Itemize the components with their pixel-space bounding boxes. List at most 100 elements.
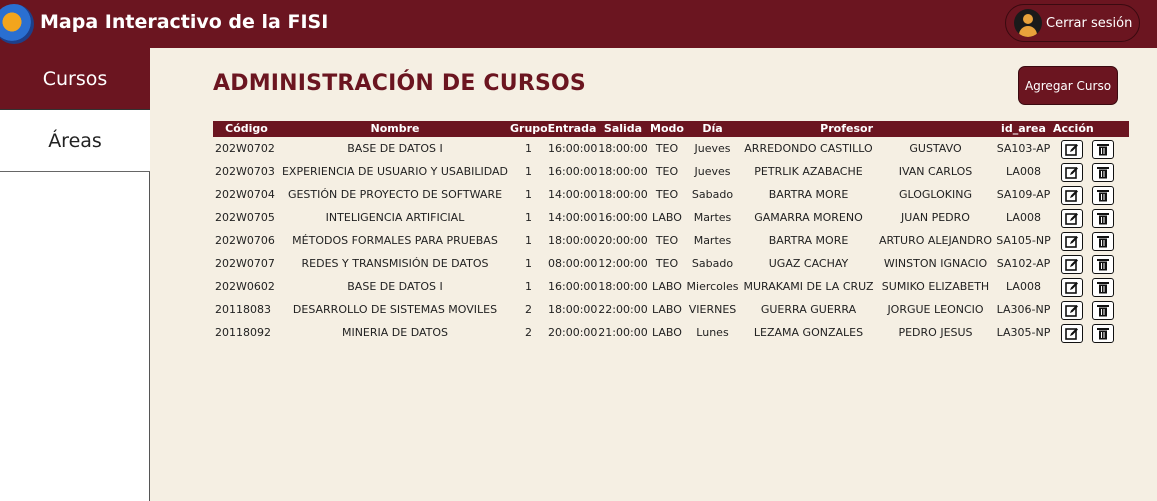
cell-salida: 16:00:00 (598, 211, 648, 224)
table-row: 202W0704 GESTIÓN DE PROYECTO DE SOFTWARE 1… (213, 183, 1129, 206)
cell-nombre: REDES Y TRANSMISIÓN DE DATOS (301, 257, 489, 270)
col-header-salida[interactable]: Salida (597, 121, 649, 137)
cell-profesor-apellidos: GUERRA GUERRA (760, 303, 857, 316)
logout-button[interactable]: Cerrar sesión (1005, 4, 1140, 42)
col-header-grupo[interactable]: Grupo (510, 121, 547, 137)
trash-icon[interactable] (1092, 231, 1114, 251)
cell-accion (1053, 252, 1129, 275)
cell-profesor-nombres: PEDRO JESUS (898, 326, 973, 339)
cell-dia: Sabado (691, 257, 734, 270)
cell-entrada: 18:00:00 (548, 303, 597, 316)
trash-icon[interactable] (1092, 139, 1114, 159)
cell-grupo: 1 (525, 234, 532, 247)
cell-accion (1053, 321, 1129, 344)
trash-icon[interactable] (1092, 162, 1114, 182)
cell-grupo: 1 (525, 211, 532, 224)
cell-grupo: 1 (525, 280, 532, 293)
cell-id-area: SA109-AP (996, 188, 1051, 201)
sidebar-item-cursos[interactable]: Cursos (0, 48, 150, 110)
cell-salida: 18:00:00 (598, 280, 648, 293)
cell-codigo: 20118092 (215, 326, 271, 339)
sidebar-item-label: Cursos (42, 67, 108, 90)
sidebar: Cursos Áreas (0, 48, 150, 501)
cell-modo: LABO (652, 303, 682, 316)
col-header-id-area[interactable]: id_area (994, 121, 1053, 137)
table-header-row: Código Nombre Grupo Entrada Salida Modo … (213, 121, 1129, 137)
col-header-modo[interactable]: Modo (649, 121, 685, 137)
cell-id-area: LA008 (1006, 211, 1041, 224)
cell-modo: LABO (652, 211, 682, 224)
cell-codigo: 202W0705 (215, 211, 275, 224)
cell-profesor-apellidos: ARREDONDO CASTILLO (744, 142, 873, 155)
cell-profesor-apellidos: UGAZ CACHAY (768, 257, 849, 270)
cell-nombre: DESARROLLO DE SISTEMAS MOVILES (292, 303, 498, 316)
trash-icon[interactable] (1092, 208, 1114, 228)
cell-modo: TEO (655, 142, 679, 155)
cell-salida: 18:00:00 (598, 188, 648, 201)
cell-nombre: EXPERIENCIA DE USUARIO Y USABILIDAD (281, 165, 509, 178)
cell-dia: Martes (693, 234, 732, 247)
cell-grupo: 1 (525, 188, 532, 201)
add-course-button[interactable]: Agregar Curso (1018, 66, 1118, 105)
cell-entrada: 16:00:00 (548, 142, 597, 155)
edit-icon[interactable] (1061, 277, 1083, 297)
cell-id-area: LA008 (1006, 165, 1041, 178)
trash-icon[interactable] (1092, 185, 1114, 205)
col-header-profesor[interactable]: Profesor (740, 121, 877, 137)
cell-profesor-nombres: SUMIKO ELIZABETH (881, 280, 990, 293)
col-header-dia[interactable]: Día (685, 121, 740, 137)
cell-grupo: 1 (525, 257, 532, 270)
trash-icon[interactable] (1092, 277, 1114, 297)
user-avatar-icon (1014, 9, 1042, 37)
cell-profesor-nombres: GUSTAVO (909, 142, 962, 155)
table-row: 202W0602 BASE DE DATOS I 1 16:00:00 18:00:00… (213, 275, 1129, 298)
col-header-codigo[interactable]: Código (213, 121, 280, 137)
cell-salida: 20:00:00 (598, 234, 648, 247)
trash-icon[interactable] (1092, 254, 1114, 274)
cell-modo: TEO (655, 257, 679, 270)
courses-table: Código Nombre Grupo Entrada Salida Modo … (213, 121, 1129, 344)
cell-grupo: 1 (525, 142, 532, 155)
sidebar-item-areas[interactable]: Áreas (0, 110, 150, 172)
col-header-entrada[interactable]: Entrada (547, 121, 597, 137)
cell-dia: Jueves (694, 165, 731, 178)
cell-id-area: SA103-AP (996, 142, 1051, 155)
cell-dia: Miercoles (686, 280, 739, 293)
edit-icon[interactable] (1061, 231, 1083, 251)
table-row: 202W0706 MÉTODOS FORMALES PARA PRUEBAS 1 18… (213, 229, 1129, 252)
edit-icon[interactable] (1061, 139, 1083, 159)
app-title: Mapa Interactivo de la FISI (40, 11, 329, 33)
cell-salida: 21:00:00 (598, 326, 648, 339)
cell-nombre: BASE DE DATOS I (347, 142, 443, 155)
edit-icon[interactable] (1061, 254, 1083, 274)
cell-entrada: 08:00:00 (548, 257, 597, 270)
edit-icon[interactable] (1061, 323, 1083, 343)
cell-dia: Lunes (696, 326, 729, 339)
col-header-nombre[interactable]: Nombre (280, 121, 510, 137)
cell-profesor-apellidos: LEZAMA GONZALES (753, 326, 864, 339)
cell-dia: VIERNES (688, 303, 737, 316)
edit-icon[interactable] (1061, 162, 1083, 182)
cell-dia: Jueves (694, 142, 731, 155)
edit-icon[interactable] (1061, 185, 1083, 205)
cell-salida: 18:00:00 (598, 165, 648, 178)
trash-icon[interactable] (1092, 300, 1114, 320)
logout-label: Cerrar sesión (1046, 15, 1133, 31)
col-header-profesor-nombres (877, 121, 994, 137)
cell-id-area: SA102-AP (996, 257, 1051, 270)
fisi-logo-icon (0, 4, 34, 44)
cell-nombre: MÉTODOS FORMALES PARA PRUEBAS (292, 234, 498, 247)
top-bar: Mapa Interactivo de la FISI Cerrar sesió… (0, 0, 1157, 48)
cell-accion (1053, 137, 1129, 160)
table-row: 20118083 DESARROLLO DE SISTEMAS MOVILES 2 1… (213, 298, 1129, 321)
edit-icon[interactable] (1061, 208, 1083, 228)
cell-dia: Sabado (691, 188, 734, 201)
cell-salida: 22:00:00 (598, 303, 648, 316)
cell-accion (1053, 298, 1129, 321)
cell-modo: TEO (655, 188, 679, 201)
cell-entrada: 20:00:00 (548, 326, 597, 339)
main-content: ADMINISTRACIÓN DE CURSOS Agregar Curso C… (151, 48, 1157, 501)
trash-icon[interactable] (1092, 323, 1114, 343)
cell-entrada: 18:00:00 (548, 234, 597, 247)
edit-icon[interactable] (1061, 300, 1083, 320)
